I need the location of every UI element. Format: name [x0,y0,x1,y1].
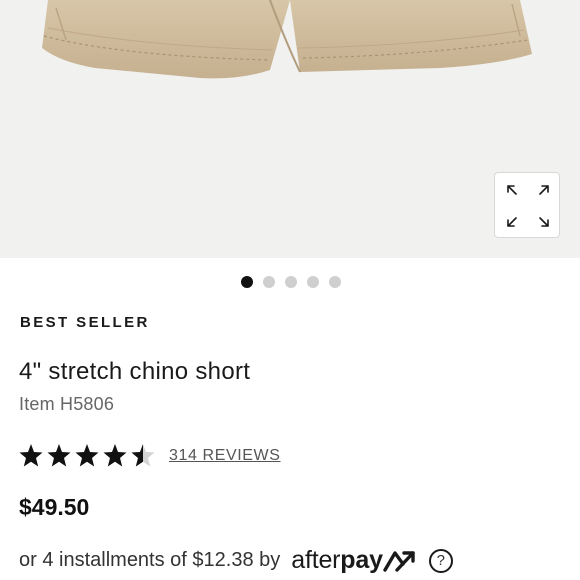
half-star-icon [131,444,155,467]
star-icon [47,444,71,467]
afterpay-arrows-icon [383,550,415,572]
product-image[interactable] [0,0,580,258]
item-number: Item H5806 [19,394,115,414]
question-circle-icon[interactable]: ? [428,548,453,573]
image-carousel-dots [241,276,341,288]
carousel-dot-2[interactable] [263,276,275,288]
expand-arrows-icon [507,185,549,227]
carousel-dot-4[interactable] [307,276,319,288]
star-icon [103,444,127,467]
chino-shorts-image [42,0,532,79]
afterpay-logo-after: after [291,546,341,574]
afterpay-logo-pay: pay [340,546,383,574]
carousel-dot-1[interactable] [241,276,253,288]
installments-row: or 4 installments of $12.38 by after pay … [19,546,453,575]
best-seller-badge: BEST SELLER [20,314,150,331]
star-icon [75,444,99,467]
installments-text: or 4 installments of $12.38 by [19,549,281,571]
product-price: $49.50 [19,494,90,520]
rating-stars [19,444,155,467]
afterpay-logo: after pay [291,546,417,575]
reviews-link[interactable]: 314 REVIEWS [169,447,281,465]
star-icon [19,444,43,467]
carousel-dot-3[interactable] [285,276,297,288]
carousel-dot-5[interactable] [329,276,341,288]
expand-image-button[interactable] [494,172,560,238]
product-title: 4" stretch chino short [19,358,251,385]
